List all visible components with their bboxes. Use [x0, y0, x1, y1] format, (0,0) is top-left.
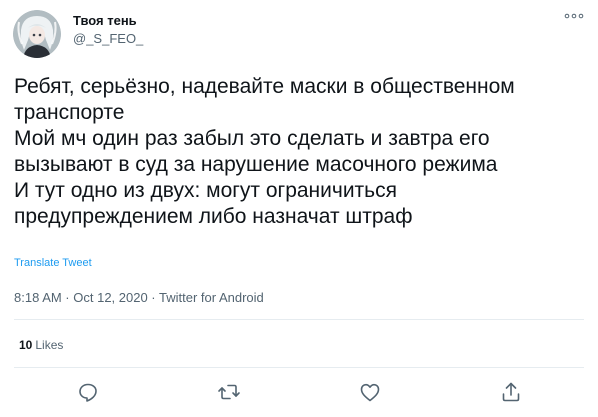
- tweet-text-line: предупреждением либо назначат штраф: [14, 205, 413, 228]
- divider: [14, 319, 584, 320]
- tweet-text-line: вызывают в суд за нарушение масочного ре…: [14, 153, 498, 176]
- like-button[interactable]: [358, 380, 382, 404]
- reply-button[interactable]: [76, 380, 100, 404]
- likes-label: Likes: [35, 338, 64, 352]
- like-icon: [360, 383, 380, 402]
- divider: [14, 367, 584, 368]
- author-name[interactable]: Твоя тень: [73, 13, 137, 28]
- tweet-text-line: И тут одно из двух: могут ограничиться: [14, 179, 397, 202]
- anime-avatar-icon: [13, 10, 61, 58]
- tweet-text-line: Мой мч один раз забыл это сделать и завт…: [14, 127, 490, 150]
- tweet-text: Ребят, серьёзно, надевайте маски в общес…: [14, 74, 584, 230]
- avatar[interactable]: [13, 10, 61, 58]
- retweet-button[interactable]: [217, 380, 241, 404]
- tweet-text-line: Ребят, серьёзно, надевайте маски в общес…: [14, 75, 515, 98]
- share-icon: [502, 382, 520, 402]
- share-button[interactable]: [499, 380, 523, 404]
- likes-summary[interactable]: 10 Likes: [19, 338, 63, 352]
- tweet-timestamp-source[interactable]: 8:18 AM · Oct 12, 2020 · Twitter for And…: [14, 290, 264, 305]
- tweet-card: Твоя тень @_S_FEO_ Ребят, серьёзно, наде…: [0, 0, 598, 417]
- tweet-text-line: транспорте: [14, 101, 125, 124]
- translate-tweet-link[interactable]: Translate Tweet: [14, 257, 92, 269]
- likes-count: 10: [19, 338, 33, 352]
- more-dots-icon: [564, 13, 584, 19]
- more-options-button[interactable]: [563, 8, 585, 24]
- author-handle[interactable]: @_S_FEO_: [73, 31, 143, 46]
- reply-icon: [79, 383, 97, 402]
- retweet-icon: [218, 384, 240, 400]
